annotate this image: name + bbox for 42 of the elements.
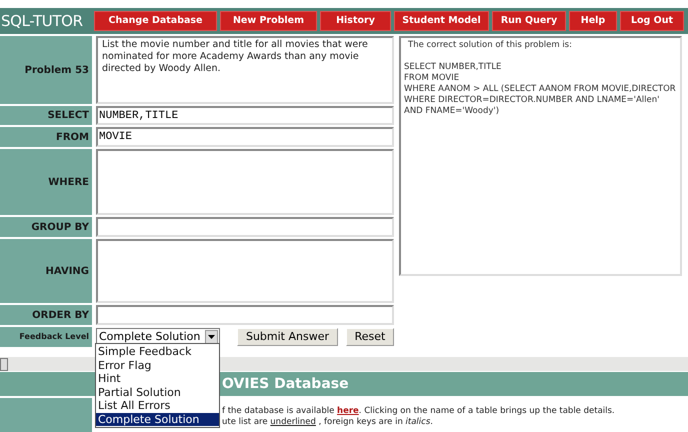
field-label: FROM xyxy=(56,130,89,144)
form-button[interactable]: Reset xyxy=(346,328,394,346)
scroll-button[interactable] xyxy=(0,358,8,370)
field-label: Problem 53 xyxy=(24,64,89,78)
solution-line: WHERE AANOM > ALL (SELECT AANOM FROM MOVIE,DIRECTOR WHERE DIRECTOR=DIRECTOR.NUMBER AND LNAME='Allen' AND FNAME='Woody') xyxy=(404,84,677,117)
nav-button[interactable]: Run Query xyxy=(492,11,566,31)
problem-text: List the movie number and title for all movies that were nominated for more Academy Awards than any movie directed by Woody Allen. xyxy=(96,36,394,104)
logo: SQL-TUTOR xyxy=(0,11,84,32)
form-button[interactable]: Submit Answer xyxy=(237,328,338,346)
dropdown-option[interactable]: Error Flag xyxy=(96,358,219,372)
field-label: HAVING xyxy=(46,264,89,278)
dropdown-value: Complete Solution xyxy=(98,328,202,345)
section-heading: OVIES Database xyxy=(222,374,349,394)
query-input[interactable]: NUMBER,TITLE xyxy=(96,106,394,125)
dropdown-option[interactable]: List All Errors xyxy=(96,399,219,412)
query-input[interactable] xyxy=(96,305,394,325)
description-text: f the database is available here. Clicking on the name of a table brings up the table details. xyxy=(222,406,615,417)
dropdown-option[interactable]: Simple Feedback xyxy=(96,345,219,358)
dropdown-option[interactable]: Partial Solution xyxy=(96,386,219,399)
nav-button[interactable]: Log Out xyxy=(620,11,684,31)
here-link[interactable]: here xyxy=(337,406,359,416)
field-label: GROUP BY xyxy=(31,220,89,234)
query-input[interactable] xyxy=(96,217,394,237)
dropdown-option[interactable]: Hint xyxy=(96,372,219,386)
nav-button[interactable]: History xyxy=(320,11,391,31)
nav-button[interactable]: Change Database xyxy=(94,11,217,31)
nav-button[interactable]: Help xyxy=(569,11,617,31)
field-label: SELECT xyxy=(48,109,89,123)
nav-button[interactable]: Student Model xyxy=(394,11,489,31)
field-label: ORDER BY xyxy=(32,308,89,322)
field-label: Feedback Level xyxy=(19,331,89,343)
solution-intro: The correct solution of this problem is: xyxy=(407,40,573,51)
nav-button[interactable]: New Problem xyxy=(220,11,317,31)
query-textarea[interactable] xyxy=(96,149,394,215)
dropdown-option[interactable]: Complete Solution xyxy=(96,412,219,426)
query-textarea[interactable] xyxy=(96,239,394,303)
description-text: ute list are underlined , foreign keys are in italics. xyxy=(222,417,434,428)
query-input[interactable]: MOVIE xyxy=(96,127,394,147)
solution-line: FROM MOVIE xyxy=(404,73,460,84)
field-label: WHERE xyxy=(48,176,89,190)
caret-icon xyxy=(205,330,218,344)
solution-line: SELECT NUMBER,TITLE xyxy=(404,62,502,73)
